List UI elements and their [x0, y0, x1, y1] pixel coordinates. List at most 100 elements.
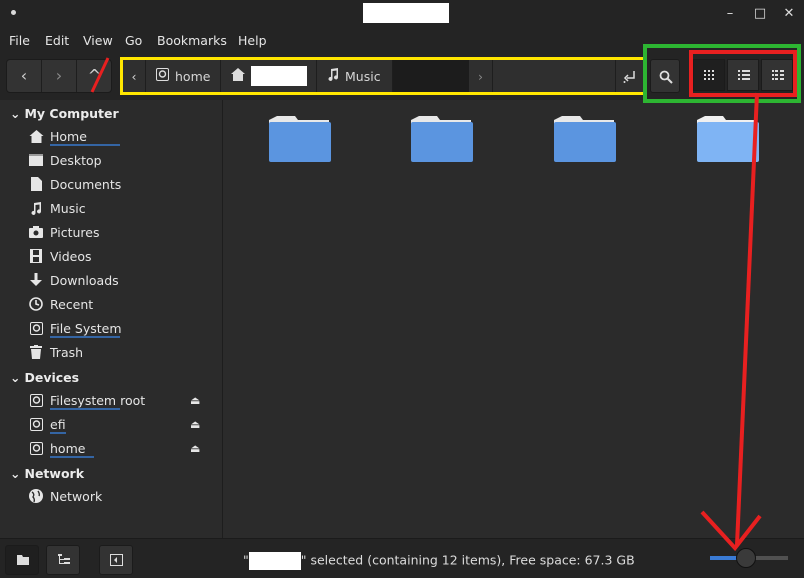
music-icon — [28, 200, 44, 216]
hide-sidebar-button[interactable] — [99, 545, 133, 575]
close-icon[interactable]: ✕ — [781, 6, 797, 22]
maximize-icon[interactable]: □ — [752, 6, 768, 22]
globe-icon — [28, 488, 44, 504]
menu-edit[interactable]: Edit — [45, 33, 69, 48]
sidebar-item-label: Filesystem root — [50, 392, 146, 408]
menu-file[interactable]: File — [9, 33, 30, 48]
toolbar: ‹ › ^ ‹ home Music › — [0, 52, 804, 100]
pathbar-left-arrow[interactable]: ‹ — [123, 60, 146, 92]
desktop-icon — [28, 152, 44, 168]
clock-icon — [28, 296, 44, 312]
section-my-computer[interactable]: ⌄ My Computer — [10, 106, 119, 121]
folder-small-icon — [17, 555, 29, 565]
folder-icon[interactable] — [554, 116, 616, 162]
home-icon — [28, 128, 44, 144]
list-icon — [738, 70, 750, 80]
zoom-slider-knob[interactable] — [736, 548, 756, 568]
compact-view-button[interactable] — [761, 59, 793, 91]
folder-icon[interactable] — [411, 116, 473, 162]
file-view — [224, 100, 804, 538]
tree-icon — [58, 554, 70, 564]
sidebar-toggle-icon — [110, 554, 123, 566]
sidebar-item-label: efi — [50, 416, 66, 432]
sidebar-item-label: Documents — [50, 176, 122, 192]
sidebar-item-pictures[interactable]: Pictures — [28, 221, 100, 243]
section-label: My Computer — [24, 106, 119, 121]
drive-icon — [28, 320, 44, 336]
sidebar-item-downloads[interactable]: Downloads — [28, 269, 119, 291]
sidebar-item-recent[interactable]: Recent — [28, 293, 93, 315]
crumb-home-drive[interactable]: home — [146, 60, 221, 92]
drive-icon — [28, 392, 44, 408]
back-button[interactable]: ‹ — [7, 60, 42, 92]
sidebar-item-label: Music — [50, 200, 86, 216]
sidebar-item-label: Trash — [50, 344, 84, 360]
forward-button[interactable]: › — [42, 60, 77, 92]
folder-icon[interactable] — [269, 116, 331, 162]
show-places-button[interactable] — [5, 545, 39, 575]
status-bar: " " selected (containing 12 items), Free … — [0, 538, 804, 578]
download-icon — [28, 272, 44, 288]
section-network[interactable]: ⌄ Network — [10, 466, 84, 481]
sidebar-item-documents[interactable]: Documents — [28, 173, 121, 195]
list-view-button[interactable] — [727, 59, 759, 91]
enter-icon — [623, 70, 635, 83]
menu-go[interactable]: Go — [125, 33, 142, 48]
sidebar-item-label: Network — [50, 488, 103, 504]
pathbar-right-arrow[interactable]: › — [469, 60, 493, 92]
places-sidebar: ⌄ My Computer Home Desktop Documents Musi… — [0, 100, 223, 538]
sidebar-item-videos[interactable]: Videos — [28, 245, 92, 267]
title-bar: – □ ✕ — [0, 0, 804, 30]
drive-icon — [28, 416, 44, 432]
eject-icon[interactable]: ⏏ — [190, 418, 200, 431]
search-icon — [659, 70, 673, 84]
sidebar-item-label: Home — [50, 128, 87, 144]
usage-bar — [50, 144, 120, 146]
search-button[interactable] — [650, 59, 680, 93]
trash-icon — [28, 344, 44, 360]
status-text: " " selected (containing 12 items), Free … — [243, 552, 635, 570]
document-icon — [28, 176, 44, 192]
location-pathbar: ‹ home Music › — [120, 57, 647, 95]
crumb-music[interactable]: Music — [317, 60, 393, 92]
crumb-label: home — [175, 68, 211, 84]
section-label: Network — [24, 466, 85, 481]
section-devices[interactable]: ⌄ Devices — [10, 370, 79, 385]
minimize-icon[interactable]: – — [722, 6, 738, 22]
sidebar-item-label: Recent — [50, 296, 94, 312]
up-button[interactable]: ^ — [77, 60, 112, 92]
usage-bar — [50, 408, 120, 410]
menu-view[interactable]: View — [83, 33, 113, 48]
menu-help[interactable]: Help — [238, 33, 267, 48]
folder-icon-selected[interactable] — [697, 116, 759, 162]
window-title-redacted — [363, 3, 449, 23]
camera-icon — [28, 224, 44, 240]
compact-icon — [772, 70, 784, 80]
sidebar-item-music[interactable]: Music — [28, 197, 86, 219]
sidebar-item-label: home — [50, 440, 86, 456]
app-menu-icon[interactable] — [11, 10, 16, 15]
sidebar-item-label: Downloads — [50, 272, 119, 288]
toggle-location-entry-button[interactable] — [615, 60, 644, 92]
section-label: Devices — [24, 370, 80, 385]
sidebar-item-label: Videos — [50, 248, 92, 264]
menu-bookmarks[interactable]: Bookmarks — [157, 33, 227, 48]
film-icon — [28, 248, 44, 264]
eject-icon[interactable]: ⏏ — [190, 442, 200, 455]
crumb-username-redacted — [251, 66, 307, 86]
usage-bar — [50, 456, 94, 458]
sidebar-item-label: Pictures — [50, 224, 100, 240]
home-icon — [231, 68, 245, 84]
chevron-down-icon: ⌄ — [10, 370, 21, 385]
show-treeview-button[interactable] — [46, 545, 80, 575]
sidebar-item-desktop[interactable]: Desktop — [28, 149, 102, 171]
icon-view-button[interactable] — [693, 59, 725, 91]
eject-icon[interactable]: ⏏ — [190, 394, 200, 407]
menu-bar: File Edit View Go Bookmarks Help — [0, 30, 804, 52]
sidebar-item-trash[interactable]: Trash — [28, 341, 83, 363]
grid-icon — [704, 70, 714, 80]
crumb-label: Music — [345, 68, 381, 84]
sidebar-item-network[interactable]: Network — [28, 485, 102, 507]
crumb-user-home[interactable] — [221, 60, 317, 92]
music-icon — [327, 68, 339, 84]
